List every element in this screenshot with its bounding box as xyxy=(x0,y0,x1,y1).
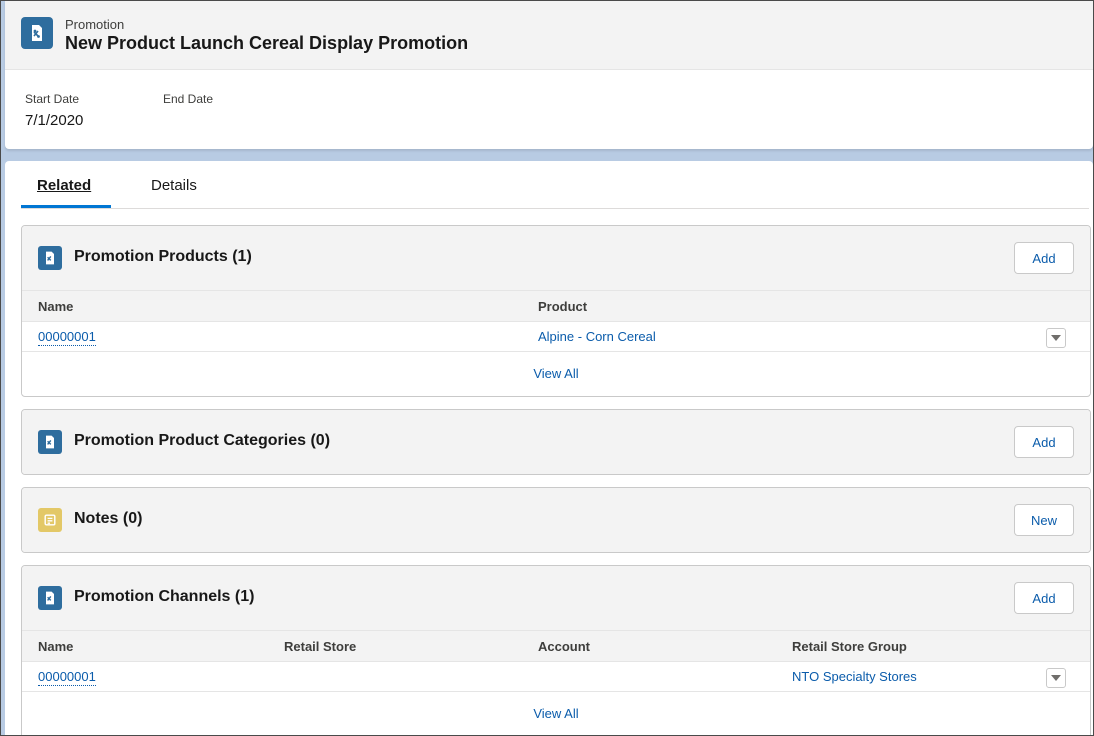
add-promotion-product-category-button[interactable]: Add xyxy=(1014,426,1074,458)
card-title: Promotion Channels (1) xyxy=(74,588,255,605)
card-title: Notes (0) xyxy=(74,510,143,527)
view-all-row: View All xyxy=(22,692,1090,734)
page-title: New Product Launch Cereal Display Promot… xyxy=(65,33,469,53)
active-tab-indicator xyxy=(21,205,111,208)
start-date-label: Start Date xyxy=(25,92,80,106)
card-header: Notes (0) New xyxy=(22,488,1090,552)
column-header-retail-store[interactable]: Retail Store xyxy=(284,639,356,654)
card-title: Promotion Product Categories (0) xyxy=(74,432,331,449)
end-date-label: End Date xyxy=(163,92,214,106)
table-header: Name Product xyxy=(22,290,1090,322)
card-header: Promotion Products (1) Add xyxy=(22,226,1090,290)
retail-store-group-link[interactable]: NTO Specialty Stores xyxy=(792,669,917,684)
column-header-name[interactable]: Name xyxy=(38,639,73,654)
main-content: Related Details Promotion Products (1) A… xyxy=(5,161,1093,735)
record-header-top: Promotion New Product Launch Cereal Disp… xyxy=(5,1,1093,70)
promotion-product-category-icon xyxy=(38,430,62,454)
promotion-channel-icon xyxy=(38,586,62,610)
row-actions-chevron-down-icon[interactable] xyxy=(1046,328,1066,348)
new-note-button[interactable]: New xyxy=(1014,504,1074,536)
notes-icon xyxy=(38,508,62,532)
view-all-link[interactable]: View All xyxy=(533,706,578,721)
app-frame: Promotion New Product Launch Cereal Disp… xyxy=(0,0,1094,736)
promotion-product-icon xyxy=(38,246,62,270)
start-date-value: 7/1/2020 xyxy=(25,112,84,129)
record-header: Promotion New Product Launch Cereal Disp… xyxy=(5,1,1093,149)
table-row: 00000001 NTO Specialty Stores xyxy=(22,662,1090,692)
promotion-channels-card: Promotion Channels (1) Add Name Retail S… xyxy=(21,565,1091,735)
promotion-icon xyxy=(21,17,53,49)
column-header-name[interactable]: Name xyxy=(38,299,73,314)
promotion-product-name-link[interactable]: 00000001 xyxy=(38,329,96,346)
card-title: Promotion Products (1) xyxy=(74,248,252,265)
table-header: Name Retail Store Account Retail Store G… xyxy=(22,630,1090,662)
object-type-label: Promotion xyxy=(65,17,125,32)
row-actions-chevron-down-icon[interactable] xyxy=(1046,668,1066,688)
view-all-row: View All xyxy=(22,352,1090,394)
start-date-field: Start Date 7/1/2020 xyxy=(25,92,83,129)
tab-details[interactable]: Details xyxy=(151,177,197,194)
notes-card: Notes (0) New xyxy=(21,487,1091,553)
view-all-link[interactable]: View All xyxy=(533,366,578,381)
product-link[interactable]: Alpine - Corn Cereal xyxy=(538,329,656,344)
add-promotion-channel-button[interactable]: Add xyxy=(1014,582,1074,614)
add-promotion-product-button[interactable]: Add xyxy=(1014,242,1074,274)
table-row: 00000001 Alpine - Corn Cereal xyxy=(22,322,1090,352)
tab-bar: Related Details xyxy=(21,161,1089,209)
card-header: Promotion Product Categories (0) Add xyxy=(22,410,1090,474)
promotion-channel-name-link[interactable]: 00000001 xyxy=(38,669,96,686)
tab-related[interactable]: Related xyxy=(37,177,91,194)
end-date-field: End Date xyxy=(163,92,213,112)
column-header-product[interactable]: Product xyxy=(538,299,587,314)
promotion-product-categories-card: Promotion Product Categories (0) Add xyxy=(21,409,1091,475)
promotion-products-card: Promotion Products (1) Add Name Product … xyxy=(21,225,1091,397)
column-header-account[interactable]: Account xyxy=(538,639,590,654)
card-header: Promotion Channels (1) Add xyxy=(22,566,1090,630)
column-header-retail-store-group[interactable]: Retail Store Group xyxy=(792,639,907,654)
